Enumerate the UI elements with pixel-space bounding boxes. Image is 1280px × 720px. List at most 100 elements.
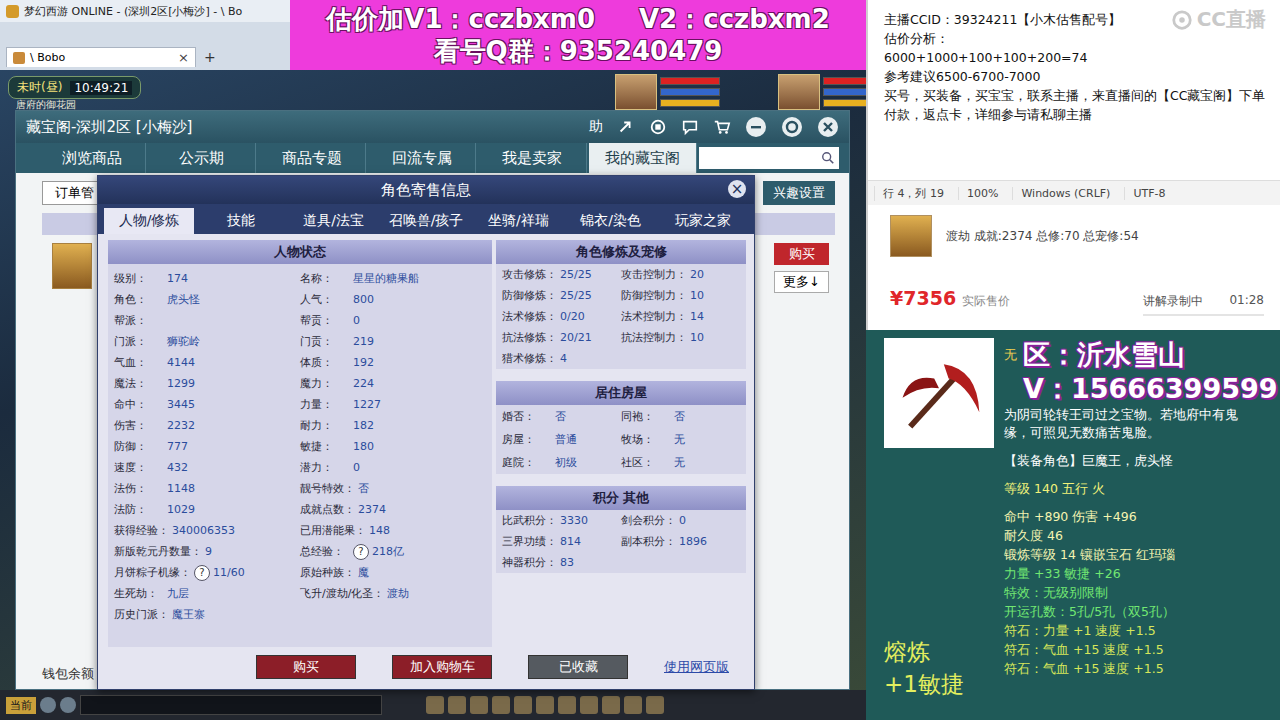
info-value: 219 xyxy=(353,335,374,348)
help-button[interactable]: 助 xyxy=(589,118,603,136)
cart-icon[interactable] xyxy=(713,118,731,136)
stat-bar xyxy=(660,99,720,107)
info-cell: 总经验： ? 218亿 xyxy=(300,544,486,560)
info-label: 力量： xyxy=(300,397,350,412)
dialog-close-button[interactable]: × xyxy=(728,180,746,198)
info-value: 20/21 xyxy=(560,331,592,344)
emoji-icon[interactable] xyxy=(60,697,76,713)
tab[interactable]: 商品专题 xyxy=(258,143,366,173)
dialog-button[interactable]: 已收藏 xyxy=(528,655,628,679)
toolbar-icon[interactable] xyxy=(580,696,598,714)
dialog-button[interactable]: 购买 xyxy=(256,655,356,679)
toolbar-icon[interactable] xyxy=(514,696,532,714)
toolbar-icon[interactable] xyxy=(426,696,444,714)
toolbar-icon[interactable] xyxy=(624,696,642,714)
toolbar-icon[interactable] xyxy=(448,696,466,714)
points-panel: 积分 其他 比武积分： 3330剑会积分： 0三界功绩： 814副本积分： 18… xyxy=(496,486,746,573)
toolbar-icon[interactable] xyxy=(536,696,554,714)
toolbar-icon[interactable] xyxy=(646,696,664,714)
info-row: 获得经验： 340006353已用潜能果： 148 xyxy=(108,520,492,541)
info-value: 4144 xyxy=(167,356,195,369)
info-value: 魔 xyxy=(358,565,369,580)
minimize-icon[interactable] xyxy=(745,116,767,138)
info-cell: 帮贡： 0 xyxy=(300,313,486,328)
tab[interactable]: 公示期 xyxy=(148,143,256,173)
dialog-tab[interactable]: 人物/修炼 xyxy=(104,208,194,234)
info-label: 房屋： xyxy=(502,432,552,447)
status-item: 100% xyxy=(958,187,1012,200)
dialog-tab[interactable]: 道具/法宝 xyxy=(289,208,379,234)
close-icon[interactable] xyxy=(817,116,839,138)
dialog-tab[interactable]: 召唤兽/孩子 xyxy=(381,208,471,234)
status-item: UTF-8 xyxy=(1124,187,1179,200)
browser-tab[interactable]: \ Bobo × xyxy=(6,47,196,67)
dialog-tab[interactable]: 玩家之家 xyxy=(658,208,748,234)
info-row: 防御： 777敏捷： 180 xyxy=(108,436,492,457)
info-row: 神器积分： 83 xyxy=(496,552,746,573)
web-version-link[interactable]: 使用网页版 xyxy=(664,658,729,676)
info-value: 2374 xyxy=(358,503,386,516)
interest-settings-button[interactable]: 兴趣设置 xyxy=(763,181,835,205)
dialog-tab[interactable]: 锦衣/染色 xyxy=(565,208,655,234)
toolbar-icon[interactable] xyxy=(470,696,488,714)
info-cell: 神器积分： 83 xyxy=(502,555,621,570)
chat-input[interactable] xyxy=(80,695,382,715)
new-tab-button[interactable]: + xyxy=(200,49,220,67)
search-icon[interactable] xyxy=(821,151,835,165)
info-row: 伤害： 2232耐力： 182 xyxy=(108,415,492,436)
help-icon[interactable]: ? xyxy=(194,565,210,581)
stat-bar-fill xyxy=(661,100,719,106)
dialog-tab[interactable]: 技能 xyxy=(196,208,286,234)
stat-line: 力量 +33 敏捷 +26 xyxy=(1004,564,1272,583)
info-cell: 门贡： 219 xyxy=(300,334,486,349)
toolbar-icon[interactable] xyxy=(558,696,576,714)
info-cell: 人气： 800 xyxy=(300,292,486,307)
clock: 10:49:21 xyxy=(70,81,132,95)
info-cell: 力量： 1227 xyxy=(300,397,486,412)
info-cell: 气血： 4144 xyxy=(114,355,300,370)
info-cell: 月饼粽子机缘： ? 11/60 xyxy=(114,565,300,581)
settings-gear-icon[interactable] xyxy=(781,116,803,138)
stat-group: 等级 140 五行 火 xyxy=(1004,479,1272,498)
tab-avatar-icon xyxy=(13,52,25,64)
stop-icon[interactable] xyxy=(649,118,667,136)
stat-group: 命中 +890 伤害 +496耐久度 46锻炼等级 14 镶嵌宝石 红玛瑙力量 … xyxy=(1004,507,1272,678)
portrait[interactable] xyxy=(615,74,720,110)
info-cell: 已用潜能果： 148 xyxy=(300,523,486,538)
tab[interactable]: 回流专属 xyxy=(368,143,476,173)
tab[interactable]: 我是卖家 xyxy=(478,143,586,173)
info-cell: 法伤： 1148 xyxy=(114,481,300,496)
stat-line: 锻炼等级 14 镶嵌宝石 红玛瑙 xyxy=(1004,545,1272,564)
info-value: 魔王寨 xyxy=(172,607,205,622)
character-picture xyxy=(890,215,932,257)
info-label: 帮贡： xyxy=(300,313,350,328)
banner-line: 看号Q群：935240479 xyxy=(434,35,723,67)
help-icon[interactable]: ? xyxy=(353,544,369,560)
info-cell: 级别： 174 xyxy=(114,271,300,286)
tab[interactable]: 我的藏宝阁 xyxy=(589,143,697,173)
info-label: 飞升/渡劫/化圣： xyxy=(300,586,384,601)
toolbar-icon[interactable] xyxy=(602,696,620,714)
share-icon[interactable] xyxy=(617,118,635,136)
info-row: 角色： 虎头怪人气： 800 xyxy=(108,289,492,310)
info-label: 获得经验： xyxy=(114,523,169,538)
dialog-button[interactable]: 加入购物车 xyxy=(392,655,492,679)
portrait-picture xyxy=(778,74,820,110)
stat-line: 【装备角色】巨魔王，虎头怪 xyxy=(1004,451,1272,470)
tab[interactable]: 浏览商品 xyxy=(38,143,146,173)
game-title: 梦幻西游 ONLINE - (深圳2区[小梅沙] - \ Bo xyxy=(24,4,242,19)
dialog-body: 人物状态 级别： 174名称： 星星的糖果船角色： 虎头怪人气： 800帮派： … xyxy=(98,234,754,647)
dialog-tab[interactable]: 坐骑/祥瑞 xyxy=(473,208,563,234)
dialog-title: 角色寄售信息 xyxy=(381,181,471,200)
info-label: 魔法： xyxy=(114,376,164,391)
microphone-icon[interactable] xyxy=(40,697,56,713)
listing-card[interactable]: 渡劫 成就:2374 总修:70 总宠修:54 ¥7356 实际售价 讲解录制中… xyxy=(866,205,1280,330)
buy-button[interactable]: 购买 xyxy=(774,243,829,265)
chat-icon[interactable] xyxy=(681,118,699,136)
info-value: 无 xyxy=(674,455,685,470)
search-field[interactable] xyxy=(699,147,839,169)
more-button[interactable]: 更多↓ xyxy=(774,271,829,293)
toolbar-icon[interactable] xyxy=(492,696,510,714)
tab-close-button[interactable]: × xyxy=(178,50,189,65)
chat-channel-button[interactable]: 当前 xyxy=(6,697,36,714)
